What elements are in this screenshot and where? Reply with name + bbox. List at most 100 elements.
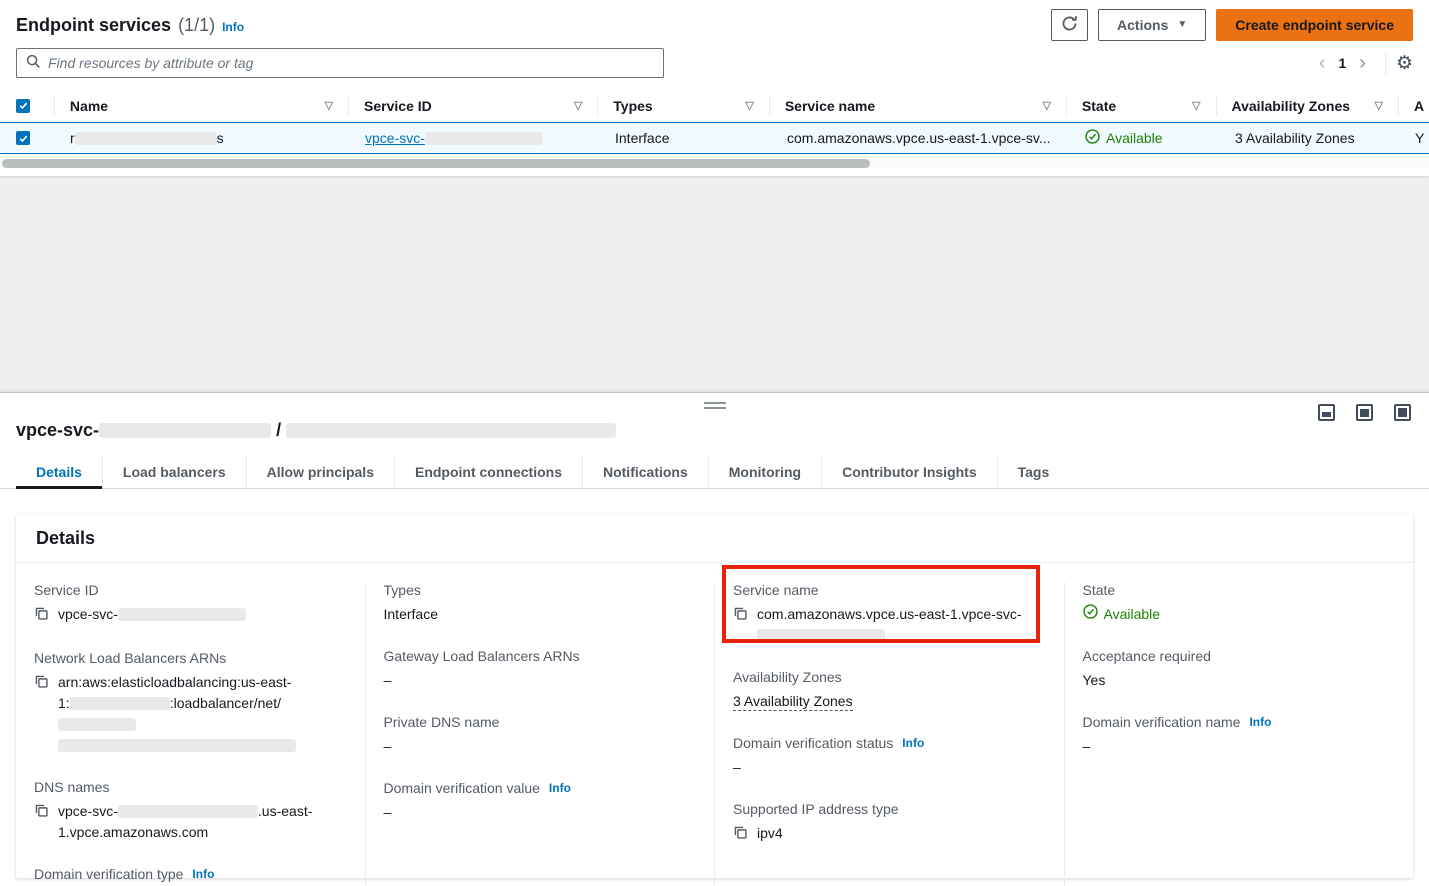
tab-monitoring[interactable]: Monitoring: [708, 456, 821, 488]
table-row[interactable]: rs vpce-svc- Interface com.amazonaws.vpc…: [0, 122, 1429, 154]
redacted-text: [99, 423, 271, 438]
table-settings-gear-icon[interactable]: ⚙: [1396, 54, 1413, 73]
check-circle-icon: [1085, 129, 1100, 147]
info-link[interactable]: Info: [192, 867, 214, 881]
endpoint-services-page: Endpoint services (1/1) Info Actions ▼ C…: [0, 0, 1429, 886]
panel-size-medium-icon[interactable]: [1356, 404, 1373, 421]
panel-size-large-icon[interactable]: [1394, 404, 1411, 421]
tab-tags[interactable]: Tags: [997, 456, 1070, 488]
state-text: Available: [1104, 604, 1161, 625]
field-domain-verification-status: Domain verification status Info –: [733, 735, 1046, 778]
tab-contributor-insights[interactable]: Contributor Insights: [821, 456, 997, 488]
service-id-link[interactable]: vpce-svc-: [365, 130, 543, 146]
info-link[interactable]: Info: [902, 736, 924, 750]
detail-tabs: Details Load balancers Allow principals …: [0, 456, 1429, 489]
info-link[interactable]: Info: [1249, 715, 1271, 729]
column-header-service-name[interactable]: Service name ▽: [770, 96, 1067, 116]
copy-icon[interactable]: [733, 606, 748, 627]
select-all-checkbox[interactable]: [16, 99, 30, 113]
details-column-1: Service ID vpce-svc- Network Load Balanc…: [16, 582, 365, 886]
tab-details[interactable]: Details: [16, 456, 102, 488]
copy-icon[interactable]: [733, 825, 748, 846]
cell-name: rs: [55, 130, 350, 146]
copy-icon[interactable]: [34, 674, 49, 695]
refresh-button[interactable]: [1051, 9, 1088, 41]
cell-state: Available: [1070, 129, 1220, 147]
field-domain-verification-name: Domain verification name Info –: [1083, 714, 1396, 757]
field-supported-ip-address-type: Supported IP address type ipv4: [733, 801, 1046, 846]
panel-size-small-icon[interactable]: [1318, 404, 1335, 421]
page-header: Endpoint services (1/1) Info Actions ▼ C…: [0, 0, 1429, 45]
split-panel-drag-handle[interactable]: [704, 402, 726, 409]
column-header-availability-zones[interactable]: Availability Zones ▽: [1217, 96, 1399, 116]
horizontal-scrollbar[interactable]: [0, 159, 1429, 168]
tab-allow-principals[interactable]: Allow principals: [246, 456, 394, 488]
selected-resource-title: vpce-svc- /: [0, 393, 1429, 441]
column-header-service-id[interactable]: Service ID ▽: [349, 96, 598, 116]
prev-page-icon[interactable]: ‹: [1310, 53, 1335, 73]
sort-icon[interactable]: ▽: [745, 99, 753, 112]
redacted-text: [757, 629, 885, 642]
field-nlb-arns: Network Load Balancers ARNs arn:aws:elas…: [34, 650, 347, 756]
redacted-text: [118, 805, 258, 818]
actions-button-label: Actions: [1117, 17, 1168, 33]
actions-button[interactable]: Actions ▼: [1098, 9, 1206, 41]
page-title: Endpoint services: [16, 15, 171, 36]
create-button-label: Create endpoint service: [1235, 17, 1394, 33]
field-dns-names: DNS names vpce-svc-.us-east-1.vpce.amazo…: [34, 779, 347, 843]
search-icon: [26, 54, 41, 72]
endpoint-services-panel: Endpoint services (1/1) Info Actions ▼ C…: [0, 0, 1429, 176]
column-header-acceptance[interactable]: A: [1399, 96, 1429, 116]
tab-load-balancers[interactable]: Load balancers: [102, 456, 246, 488]
details-card: Details Service ID vpce-svc-: [16, 514, 1413, 878]
search-box[interactable]: [16, 48, 664, 78]
availability-zones-popover-trigger[interactable]: 3 Availability Zones: [1235, 130, 1355, 146]
cell-types: Interface: [600, 130, 772, 146]
endpoint-services-table: Name ▽ Service ID ▽ Types ▽ Service name…: [0, 92, 1429, 168]
availability-zones-popover-trigger[interactable]: 3 Availability Zones: [733, 693, 853, 711]
select-all-cell: [0, 96, 55, 116]
cell-acceptance: Y: [1403, 130, 1429, 146]
column-header-state[interactable]: State ▽: [1067, 96, 1217, 116]
tab-notifications[interactable]: Notifications: [582, 456, 708, 488]
next-page-icon[interactable]: ›: [1350, 53, 1375, 73]
field-gateway-lb-arns: Gateway Load Balancers ARNs –: [384, 648, 697, 691]
field-private-dns-name: Private DNS name –: [384, 714, 697, 757]
search-input[interactable]: [48, 55, 654, 71]
title-info-link[interactable]: Info: [222, 20, 244, 34]
split-panel-size-controls: [1318, 404, 1411, 421]
copy-icon[interactable]: [34, 803, 49, 824]
sort-icon[interactable]: ▽: [1192, 99, 1200, 112]
redacted-text: [425, 132, 543, 145]
info-link[interactable]: Info: [549, 781, 571, 795]
field-service-name: Service name com.amazonaws.vpce.us-east-…: [733, 582, 1046, 646]
sort-icon[interactable]: ▽: [1375, 99, 1383, 112]
field-availability-zones: Availability Zones 3 Availability Zones: [733, 669, 1046, 712]
sort-icon[interactable]: ▽: [574, 99, 582, 112]
copy-icon[interactable]: [34, 606, 49, 627]
field-acceptance-required: Acceptance required Yes: [1083, 648, 1396, 691]
resource-count: (1/1): [178, 15, 215, 36]
scrollbar-thumb[interactable]: [2, 159, 870, 168]
check-circle-icon: [1083, 604, 1098, 625]
details-column-2: Types Interface Gateway Load Balancers A…: [365, 582, 715, 886]
tab-endpoint-connections[interactable]: Endpoint connections: [394, 456, 582, 488]
details-card-heading: Details: [16, 514, 1413, 563]
redacted-text: [75, 132, 217, 145]
redacted-text: [70, 697, 170, 710]
field-service-id: Service ID vpce-svc-: [34, 582, 347, 627]
pagination: ‹ 1 › ⚙: [1310, 51, 1413, 75]
current-page-number[interactable]: 1: [1334, 55, 1350, 71]
column-header-types[interactable]: Types ▽: [598, 96, 770, 116]
cell-service-id: vpce-svc-: [350, 130, 600, 146]
sort-icon[interactable]: ▽: [325, 99, 333, 112]
pagination-divider: [1385, 51, 1386, 75]
create-endpoint-service-button[interactable]: Create endpoint service: [1216, 9, 1413, 41]
row-checkbox[interactable]: [16, 131, 30, 145]
refresh-icon: [1061, 15, 1078, 35]
column-header-name[interactable]: Name ▽: [55, 96, 349, 116]
redacted-text: [58, 718, 136, 731]
sort-icon[interactable]: ▽: [1042, 99, 1050, 112]
cell-availability-zones: 3 Availability Zones: [1220, 130, 1403, 146]
details-column-4: State Available Acceptance required: [1064, 582, 1414, 886]
